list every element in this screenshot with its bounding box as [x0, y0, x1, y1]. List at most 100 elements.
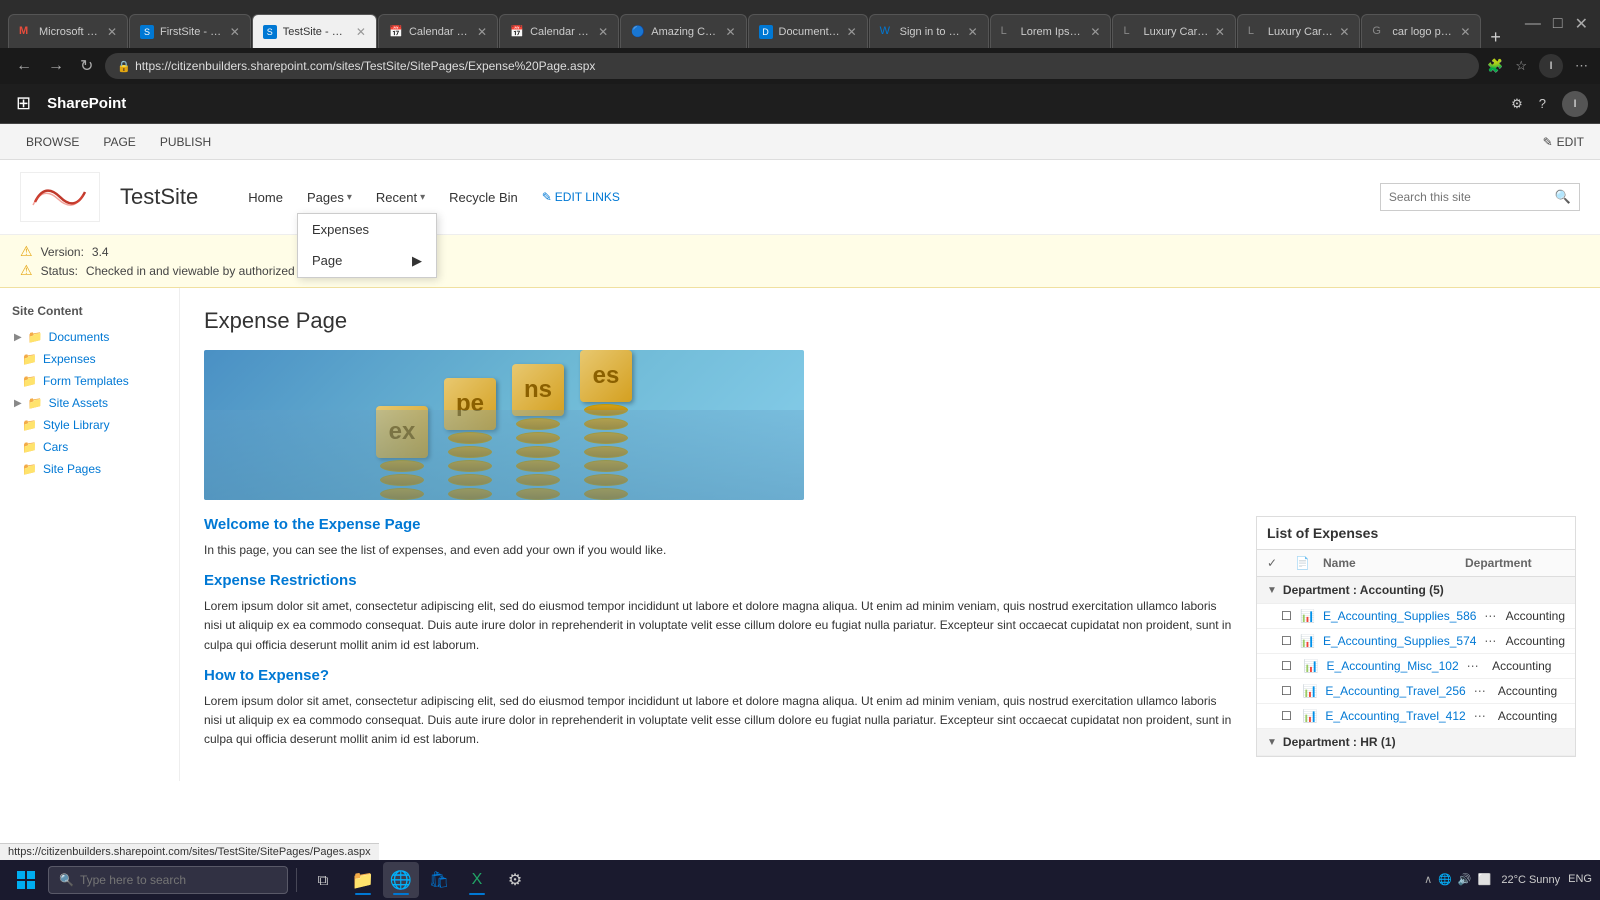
tab-close-icon[interactable]: ✕	[847, 25, 857, 39]
file-icon: 📊	[1300, 609, 1315, 623]
item-check[interactable]: ☐	[1281, 609, 1292, 623]
window-maximize[interactable]: □	[1549, 11, 1567, 37]
tab-close-icon[interactable]: ✕	[477, 25, 487, 39]
task-view-button[interactable]: ⧉	[305, 862, 341, 898]
tab-luxury1[interactable]: L Luxury Cars -... ✕	[1112, 14, 1235, 48]
sidebar-item-site-assets[interactable]: ▶ 📁 Site Assets	[8, 392, 171, 414]
up-arrow-icon[interactable]: ∧	[1424, 873, 1432, 886]
taskbar-store[interactable]: 🛍	[421, 862, 457, 898]
item-check[interactable]: ☐	[1281, 659, 1296, 673]
user-icon[interactable]: I	[1562, 91, 1588, 117]
item-check[interactable]: ☐	[1281, 684, 1294, 698]
item-name[interactable]: E_Accounting_Travel_412	[1325, 709, 1465, 723]
tab-label: Lorem Ipsum...	[1021, 26, 1085, 38]
more-options-icon[interactable]: ⋯	[1474, 684, 1490, 698]
sidebar-item-form-templates[interactable]: 📁 Form Templates	[16, 370, 171, 392]
item-check[interactable]: ☐	[1281, 709, 1294, 723]
taskbar-excel[interactable]: X	[459, 862, 495, 898]
dropdown-item-expenses[interactable]: Expenses	[298, 214, 436, 245]
tab-label: Sign in to yo...	[900, 26, 962, 38]
tab-testsite-active[interactable]: S TestSite - Exp... ✕	[252, 14, 377, 48]
browse-button[interactable]: BROWSE	[16, 131, 89, 153]
sidebar-item-documents[interactable]: ▶ 📁 Documents	[8, 326, 171, 348]
tab-luxury2[interactable]: L Luxury Cars -... ✕	[1237, 14, 1360, 48]
tab-label: Microsoft Of...	[39, 26, 101, 38]
more-options-icon[interactable]: ⋯	[1484, 634, 1497, 648]
tab-microsoft[interactable]: M Microsoft Of... ✕	[8, 14, 128, 48]
sidebar-item-expenses[interactable]: 📁 Expenses	[16, 348, 171, 370]
tab-close-icon[interactable]: ✕	[725, 25, 735, 39]
app-active-indicator	[393, 893, 409, 895]
tab-calendar2[interactable]: 📅 Calendar - H... ✕	[499, 14, 619, 48]
window-close[interactable]: ✕	[1571, 10, 1592, 38]
url-bar[interactable]: 🔒 https://citizenbuilders.sharepoint.com…	[105, 53, 1479, 79]
start-button[interactable]	[8, 862, 44, 898]
more-options-icon[interactable]: ⋯	[1484, 609, 1497, 623]
profile-icon[interactable]: I	[1539, 54, 1563, 78]
item-name[interactable]: E_Accounting_Misc_102	[1327, 659, 1459, 673]
system-clock[interactable]: ENG	[1568, 872, 1592, 887]
tab-close-icon[interactable]: ✕	[1460, 25, 1470, 39]
tab-close-icon[interactable]: ✕	[968, 25, 978, 39]
favorites-icon[interactable]: ☆	[1515, 58, 1527, 74]
edit-button[interactable]: ✎ EDIT	[1543, 135, 1584, 149]
taskbar-file-explorer[interactable]: 📁	[345, 862, 381, 898]
tab-calendar1[interactable]: 📅 Calendar - H... ✕	[378, 14, 498, 48]
more-options-icon[interactable]: ⋯	[1474, 709, 1490, 723]
sidebar-item-site-pages[interactable]: 📁 Site Pages	[16, 458, 171, 480]
volume-icon[interactable]: 🔊	[1458, 873, 1472, 886]
item-check[interactable]: ☐	[1281, 634, 1292, 648]
back-button[interactable]: ←	[12, 53, 36, 79]
window-minimize[interactable]: —	[1521, 11, 1545, 37]
browser-menu-icon[interactable]: ⋯	[1575, 58, 1588, 74]
sidebar-label: Site Assets	[49, 396, 108, 410]
tab-close-icon[interactable]: ✕	[598, 25, 608, 39]
new-tab-button[interactable]: +	[1482, 27, 1509, 48]
item-name[interactable]: E_Accounting_Supplies_574	[1323, 634, 1476, 648]
search-icon[interactable]: 🔍	[1555, 189, 1571, 205]
tab-signin[interactable]: W Sign in to yo... ✕	[869, 14, 989, 48]
waffle-icon[interactable]: ⊞	[12, 89, 35, 118]
tab-close-icon[interactable]: ✕	[1339, 25, 1349, 39]
settings-icon[interactable]: ⚙	[1511, 96, 1523, 112]
item-name[interactable]: E_Accounting_Supplies_586	[1323, 609, 1476, 623]
nav-edit-links[interactable]: ✎EDIT LINKS	[532, 184, 630, 210]
tab-car-logo[interactable]: G car logo png... ✕	[1361, 14, 1481, 48]
more-options-icon[interactable]: ⋯	[1467, 659, 1484, 673]
dept-group-hr[interactable]: ▼ Department : HR (1)	[1257, 729, 1575, 756]
file-icon: 📊	[1304, 659, 1319, 673]
sidebar-item-style-library[interactable]: 📁 Style Library	[16, 414, 171, 436]
nav-home[interactable]: Home	[238, 184, 293, 211]
item-name[interactable]: E_Accounting_Travel_256	[1325, 684, 1465, 698]
nav-recent[interactable]: Recent ▾	[366, 184, 435, 211]
taskbar-edge[interactable]: 🌐	[383, 862, 419, 898]
tab-close-icon[interactable]: ✕	[230, 25, 240, 39]
dept-group-accounting[interactable]: ▼ Department : Accounting (5)	[1257, 577, 1575, 604]
version-number: 3.4	[92, 245, 109, 259]
tab-close-icon[interactable]: ✕	[1215, 25, 1225, 39]
tab-documents[interactable]: D Documents -... ✕	[748, 14, 868, 48]
tab-firstsite[interactable]: S FirstSite - Ho... ✕	[129, 14, 251, 48]
tab-lorem[interactable]: L Lorem Ipsum... ✕	[990, 14, 1112, 48]
tab-close-icon[interactable]: ✕	[107, 25, 117, 39]
taskbar-settings[interactable]: ⚙	[497, 862, 533, 898]
site-title: TestSite	[120, 184, 198, 210]
publish-button[interactable]: PUBLISH	[150, 131, 221, 153]
taskbar-search-input[interactable]	[80, 873, 260, 887]
extensions-icon[interactable]: 🧩	[1487, 58, 1503, 74]
browser-tabs: M Microsoft Of... ✕ S FirstSite - Ho... …	[8, 0, 1509, 48]
tab-close-icon[interactable]: ✕	[1090, 25, 1100, 39]
nav-recycle-bin[interactable]: Recycle Bin	[439, 184, 528, 211]
taskbar-search-bar[interactable]: 🔍	[48, 866, 288, 894]
sidebar-item-cars[interactable]: 📁 Cars	[16, 436, 171, 458]
network-icon[interactable]: 🌐	[1438, 873, 1452, 886]
nav-pages[interactable]: Pages ▾	[297, 184, 362, 211]
help-icon[interactable]: ?	[1539, 96, 1546, 111]
forward-button[interactable]: →	[44, 53, 68, 79]
tab-amazing-cars[interactable]: 🔵 Amazing Cars... ✕	[620, 14, 746, 48]
dropdown-item-page[interactable]: Page ▶	[298, 245, 436, 277]
page-button[interactable]: PAGE	[93, 131, 145, 153]
tab-close-icon[interactable]: ✕	[356, 25, 366, 39]
refresh-button[interactable]: ↻	[76, 52, 97, 80]
site-search-input[interactable]	[1389, 190, 1549, 204]
